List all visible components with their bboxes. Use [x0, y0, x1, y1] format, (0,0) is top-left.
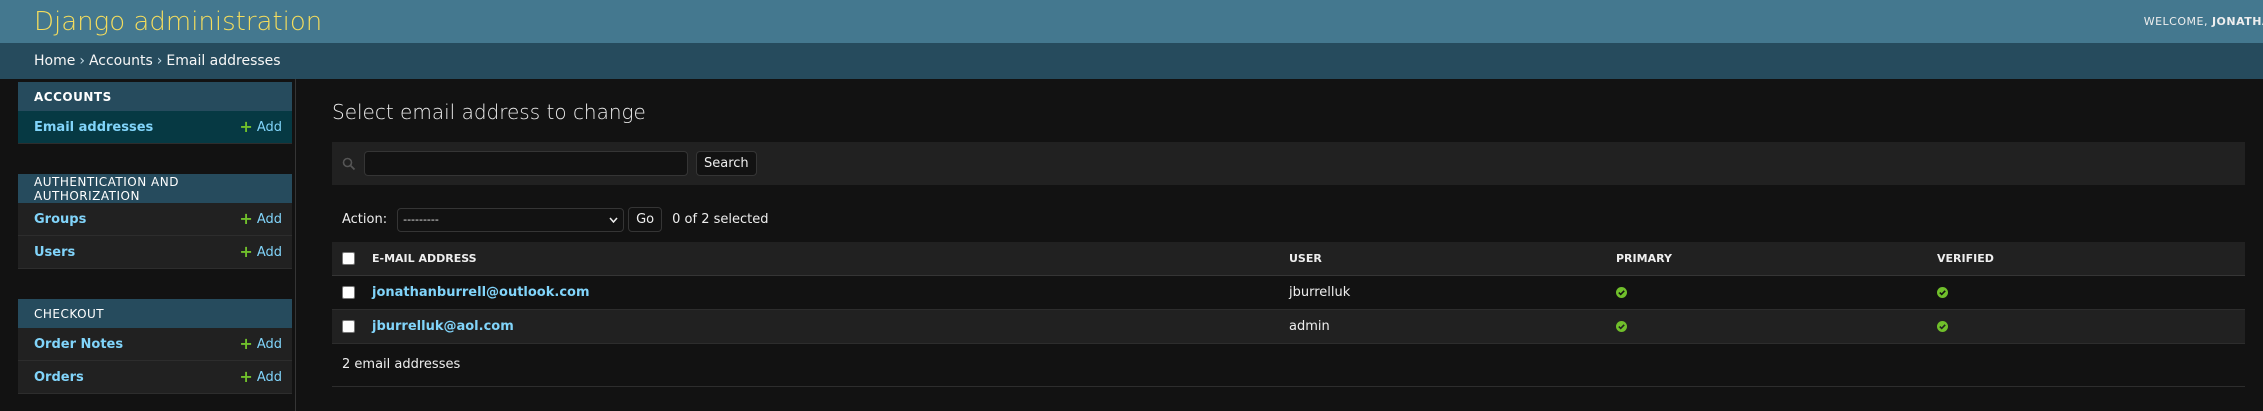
search-button[interactable]: Search: [696, 151, 757, 176]
sidebar-link-orders[interactable]: Orders: [34, 370, 84, 385]
add-order-note-link[interactable]: + Add: [239, 336, 282, 352]
row-checkbox-cell: [332, 275, 372, 310]
go-button[interactable]: Go: [628, 207, 663, 232]
select-all-checkbox[interactable]: [342, 252, 355, 265]
breadcrumb: Home › Accounts › Email addresses: [0, 43, 2263, 79]
welcome-text: WELCOME,: [2143, 15, 2212, 28]
breadcrumb-separator: ›: [156, 53, 163, 69]
check-circle-icon: [1937, 320, 1948, 332]
column-header-user[interactable]: User: [1289, 242, 1616, 276]
module-caption-checkout[interactable]: Checkout: [18, 299, 292, 328]
table-row: jonathanburrell@outlook.com jburrelluk: [332, 275, 2245, 310]
email-cell: jonathanburrell@outlook.com: [372, 275, 1289, 310]
sidebar-item-users: Users + Add: [18, 236, 292, 269]
add-user-link[interactable]: + Add: [239, 244, 282, 260]
check-circle-icon: [1937, 286, 1948, 298]
user-cell: jburrelluk: [1289, 275, 1616, 310]
module-checkout: Checkout Order Notes + Add Orders + Add: [18, 299, 292, 394]
row-checkbox[interactable]: [342, 319, 355, 333]
plus-icon: +: [239, 117, 253, 136]
sidebar-link-groups[interactable]: Groups: [34, 212, 86, 227]
email-link[interactable]: jburrelluk@aol.com: [372, 319, 514, 334]
row-checkbox[interactable]: [342, 285, 355, 299]
sidebar-link-email-addresses[interactable]: Email addresses: [34, 120, 153, 135]
user-cell: admin: [1289, 309, 1616, 344]
search-input[interactable]: [364, 151, 688, 176]
site-header: Django administration WELCOME, JONATHA: [0, 0, 2263, 43]
selection-counter: 0 of 2 selected: [672, 212, 769, 227]
plus-icon: +: [239, 242, 253, 261]
add-label: Add: [256, 119, 282, 135]
table-header-row: E-mail address User Primary Verified: [332, 242, 2245, 276]
add-order-link[interactable]: + Add: [239, 369, 282, 385]
primary-cell: [1616, 275, 1937, 310]
actions-bar: Action: --------- Go 0 of 2 selected: [332, 197, 2245, 242]
table-row: jburrelluk@aol.com admin: [332, 309, 2245, 344]
sidebar-item-order-notes: Order Notes + Add: [18, 328, 292, 361]
content-main: Select email address to change Search Ac…: [296, 79, 2263, 411]
chevron-down-icon: [609, 213, 618, 226]
username: JONATHA: [2211, 15, 2263, 28]
add-label: Add: [256, 336, 282, 352]
breadcrumb-separator: ›: [79, 53, 85, 69]
primary-cell: [1616, 309, 1937, 344]
email-cell: jburrelluk@aol.com: [372, 309, 1289, 344]
results-table: E-mail address User Primary Verified jon…: [332, 242, 2245, 344]
plus-icon: +: [239, 367, 253, 386]
nav-sidebar: Accounts Email addresses + Add Authentica…: [0, 79, 296, 411]
add-label: Add: [256, 211, 282, 227]
sidebar-item-groups: Groups + Add: [18, 203, 292, 236]
add-label: Add: [256, 244, 282, 260]
user-tools: WELCOME, JONATHA: [2144, 15, 2263, 28]
row-checkbox-cell: [332, 309, 372, 344]
module-caption-auth[interactable]: Authentication and Authorization: [18, 174, 292, 203]
add-group-link[interactable]: + Add: [239, 211, 282, 227]
column-header-verified[interactable]: Verified: [1937, 242, 2245, 276]
sidebar-item-email-addresses: Email addresses + Add: [18, 111, 292, 144]
sidebar-link-order-notes[interactable]: Order Notes: [34, 337, 123, 352]
plus-icon: +: [239, 209, 253, 228]
site-name[interactable]: Django administration: [34, 7, 322, 37]
check-circle-icon: [1616, 320, 1627, 332]
add-label: Add: [256, 369, 282, 385]
action-select[interactable]: ---------: [397, 207, 625, 232]
paginator: 2 email addresses: [332, 344, 2245, 387]
email-link[interactable]: jonathanburrell@outlook.com: [372, 285, 590, 300]
verified-cell: [1937, 309, 2245, 344]
action-label: Action:: [342, 212, 388, 227]
plus-icon: +: [239, 334, 253, 353]
breadcrumb-accounts[interactable]: Accounts: [89, 53, 153, 69]
module-caption-accounts[interactable]: Accounts: [18, 82, 292, 111]
module-auth: Authentication and Authorization Groups …: [18, 174, 292, 269]
sidebar-link-users[interactable]: Users: [34, 245, 75, 260]
select-all-header: [332, 242, 372, 276]
sidebar-item-orders: Orders + Add: [18, 361, 292, 394]
action-selected-value: ---------: [403, 213, 439, 226]
verified-cell: [1937, 275, 2245, 310]
check-circle-icon: [1616, 286, 1627, 298]
module-accounts: Accounts Email addresses + Add: [18, 82, 292, 144]
search-toolbar: Search: [332, 142, 2245, 185]
breadcrumb-current: Email addresses: [166, 53, 281, 69]
search-icon: [342, 157, 356, 171]
page-title: Select email address to change: [332, 100, 646, 124]
column-header-primary[interactable]: Primary: [1616, 242, 1937, 276]
column-header-email[interactable]: E-mail address: [372, 242, 1289, 276]
breadcrumb-home[interactable]: Home: [34, 53, 75, 69]
add-email-address-link[interactable]: + Add: [239, 119, 282, 135]
